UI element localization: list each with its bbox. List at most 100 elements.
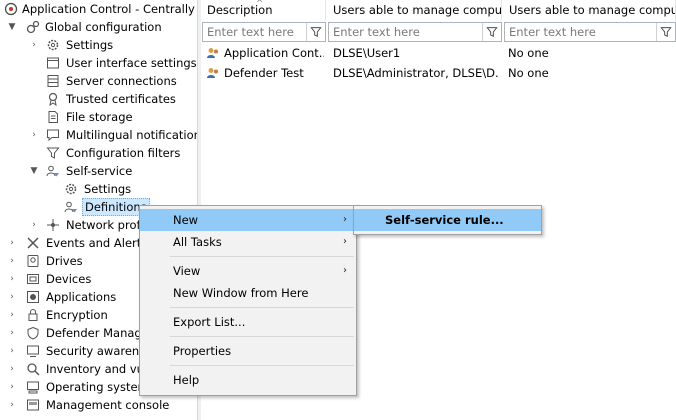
column-header-description[interactable]: ^ Description [201, 0, 326, 21]
tree-label: Events and Alerts [46, 236, 148, 250]
tools-icon [26, 236, 40, 250]
funnel-icon[interactable] [306, 23, 325, 41]
network-icon [46, 218, 60, 232]
tree-item-user-interface-settings[interactable]: User interface settings [0, 54, 197, 72]
chevron-right-icon[interactable]: › [7, 234, 17, 252]
context-menu: New › All Tasks › View › New Window from… [139, 205, 357, 396]
sort-ascending-icon: ^ [256, 0, 264, 9]
chevron-right-icon[interactable]: › [29, 36, 39, 54]
cell-users-manage-2: No one [508, 66, 549, 80]
speech-bubble-icon [46, 128, 60, 142]
funnel-icon [46, 146, 60, 160]
drive-icon [26, 254, 40, 268]
tree-label: Defender Manage [46, 326, 149, 340]
tree-label: Devices [46, 272, 92, 286]
table-row[interactable]: Defender Test DLSE\Administrator, DLSE\D… [201, 64, 676, 82]
tree-label: Network profi [66, 218, 144, 232]
tree-item-self-service-settings[interactable]: Settings [0, 180, 197, 198]
chevron-right-icon[interactable]: › [29, 216, 39, 234]
menu-item-view[interactable]: View › [140, 260, 356, 282]
menu-item-export-list[interactable]: Export List... [140, 311, 356, 333]
chevron-right-icon[interactable]: › [7, 360, 17, 378]
chevron-down-icon[interactable]: ▼ [7, 18, 17, 36]
chevron-right-icon[interactable]: › [29, 126, 39, 144]
tree-item-server-connections[interactable]: Server connections [0, 72, 197, 90]
tree-label: Server connections [66, 74, 177, 88]
menu-item-all-tasks[interactable]: All Tasks › [140, 231, 356, 253]
tree-item-file-storage[interactable]: File storage [0, 108, 197, 126]
tree-label: Multilingual notification [66, 128, 197, 142]
cell-description: Application Cont... [224, 46, 324, 60]
tree-item-multilingual-notification[interactable]: › Multilingual notification [0, 126, 197, 144]
device-icon [26, 272, 40, 286]
cell-description: Defender Test [224, 66, 304, 80]
gears-icon [26, 20, 40, 34]
chevron-right-icon[interactable]: › [7, 324, 17, 342]
menu-item-self-service-rule[interactable]: Self-service rule... [354, 209, 541, 231]
tree-label: Management console [46, 398, 170, 412]
tree-label: Configuration filters [66, 146, 181, 160]
tree-item-management-console[interactable]: › Management console [0, 396, 197, 414]
funnel-icon[interactable] [656, 23, 675, 41]
column-header-users-manage-2[interactable]: Users able to manage compu... [503, 0, 676, 21]
tree-label: File storage [66, 110, 133, 124]
file-icon [46, 110, 60, 124]
tree-item-trusted-certificates[interactable]: Trusted certificates [0, 90, 197, 108]
tree-item-settings[interactable]: › Settings [0, 36, 197, 54]
menu-separator [170, 336, 354, 337]
chevron-right-icon[interactable]: › [7, 252, 17, 270]
cell-users-manage-2: No one [508, 46, 549, 60]
cell-users-manage-1: DLSE\Administrator, DLSE\D... [333, 66, 498, 80]
tree-item-configuration-filters[interactable]: Configuration filters [0, 144, 197, 162]
tree-label: Operating system [46, 380, 149, 394]
tree-label: Self-service [66, 164, 133, 178]
tree-label: Applications [46, 290, 117, 304]
chevron-right-icon[interactable]: › [7, 270, 17, 288]
chevron-right-icon[interactable]: › [7, 288, 17, 306]
tree-label: Drives [46, 254, 83, 268]
chevron-down-icon[interactable]: ▼ [29, 162, 39, 180]
menu-item-properties[interactable]: Properties [140, 340, 356, 362]
table-row[interactable]: Application Cont... DLSE\User1 No one [201, 44, 676, 62]
column-header-users-manage-1[interactable]: Users able to manage compu... [327, 0, 502, 21]
console-icon [26, 398, 40, 412]
chevron-right-icon[interactable]: › [7, 378, 17, 396]
monitor-icon [26, 344, 40, 358]
tree-label: User interface settings [66, 56, 197, 70]
computer-icon [26, 380, 40, 394]
tree-label: Encryption [46, 308, 108, 322]
chevron-right-icon: › [343, 214, 347, 225]
tree-label: Global configuration [45, 20, 162, 34]
new-submenu: Self-service rule... [353, 205, 542, 235]
funnel-icon[interactable] [482, 23, 501, 41]
application-icon [26, 290, 40, 304]
tree-item-self-service[interactable]: ▼ Self-service [0, 162, 197, 180]
tree-label: Security awarenes [46, 344, 153, 358]
gear-icon [64, 182, 78, 196]
filter-placeholder: Enter text here [333, 25, 420, 39]
tree-label: Inventory and vul [46, 362, 148, 376]
filter-placeholder: Enter text here [509, 25, 596, 39]
tree-item-root[interactable]: Application Control - Centrally s [0, 0, 197, 18]
menu-separator [170, 365, 354, 366]
tree-label: Trusted certificates [66, 92, 176, 106]
chevron-right-icon[interactable]: › [7, 396, 17, 414]
menu-item-new[interactable]: New › [140, 209, 356, 231]
chevron-right-icon[interactable]: › [7, 306, 17, 324]
filter-placeholder: Enter text here [207, 25, 294, 39]
chevron-right-icon[interactable]: › [7, 342, 17, 360]
menu-item-help[interactable]: Help [140, 369, 356, 391]
server-icon [46, 74, 60, 88]
filter-input-users-manage-1[interactable]: Enter text here [328, 22, 502, 42]
menu-separator [170, 307, 354, 308]
tree-label: Settings [84, 182, 132, 196]
menu-separator [170, 256, 354, 257]
chevron-right-icon: › [343, 265, 347, 276]
filter-input-users-manage-2[interactable]: Enter text here [504, 22, 676, 42]
users-icon [206, 46, 220, 60]
filter-input-description[interactable]: Enter text here [202, 22, 326, 42]
menu-item-new-window-from-here[interactable]: New Window from Here [140, 282, 356, 304]
tree-item-global-configuration[interactable]: ▼ Global configuration [0, 18, 197, 36]
tree-label: Settings [66, 38, 114, 52]
chevron-right-icon: › [343, 236, 347, 247]
